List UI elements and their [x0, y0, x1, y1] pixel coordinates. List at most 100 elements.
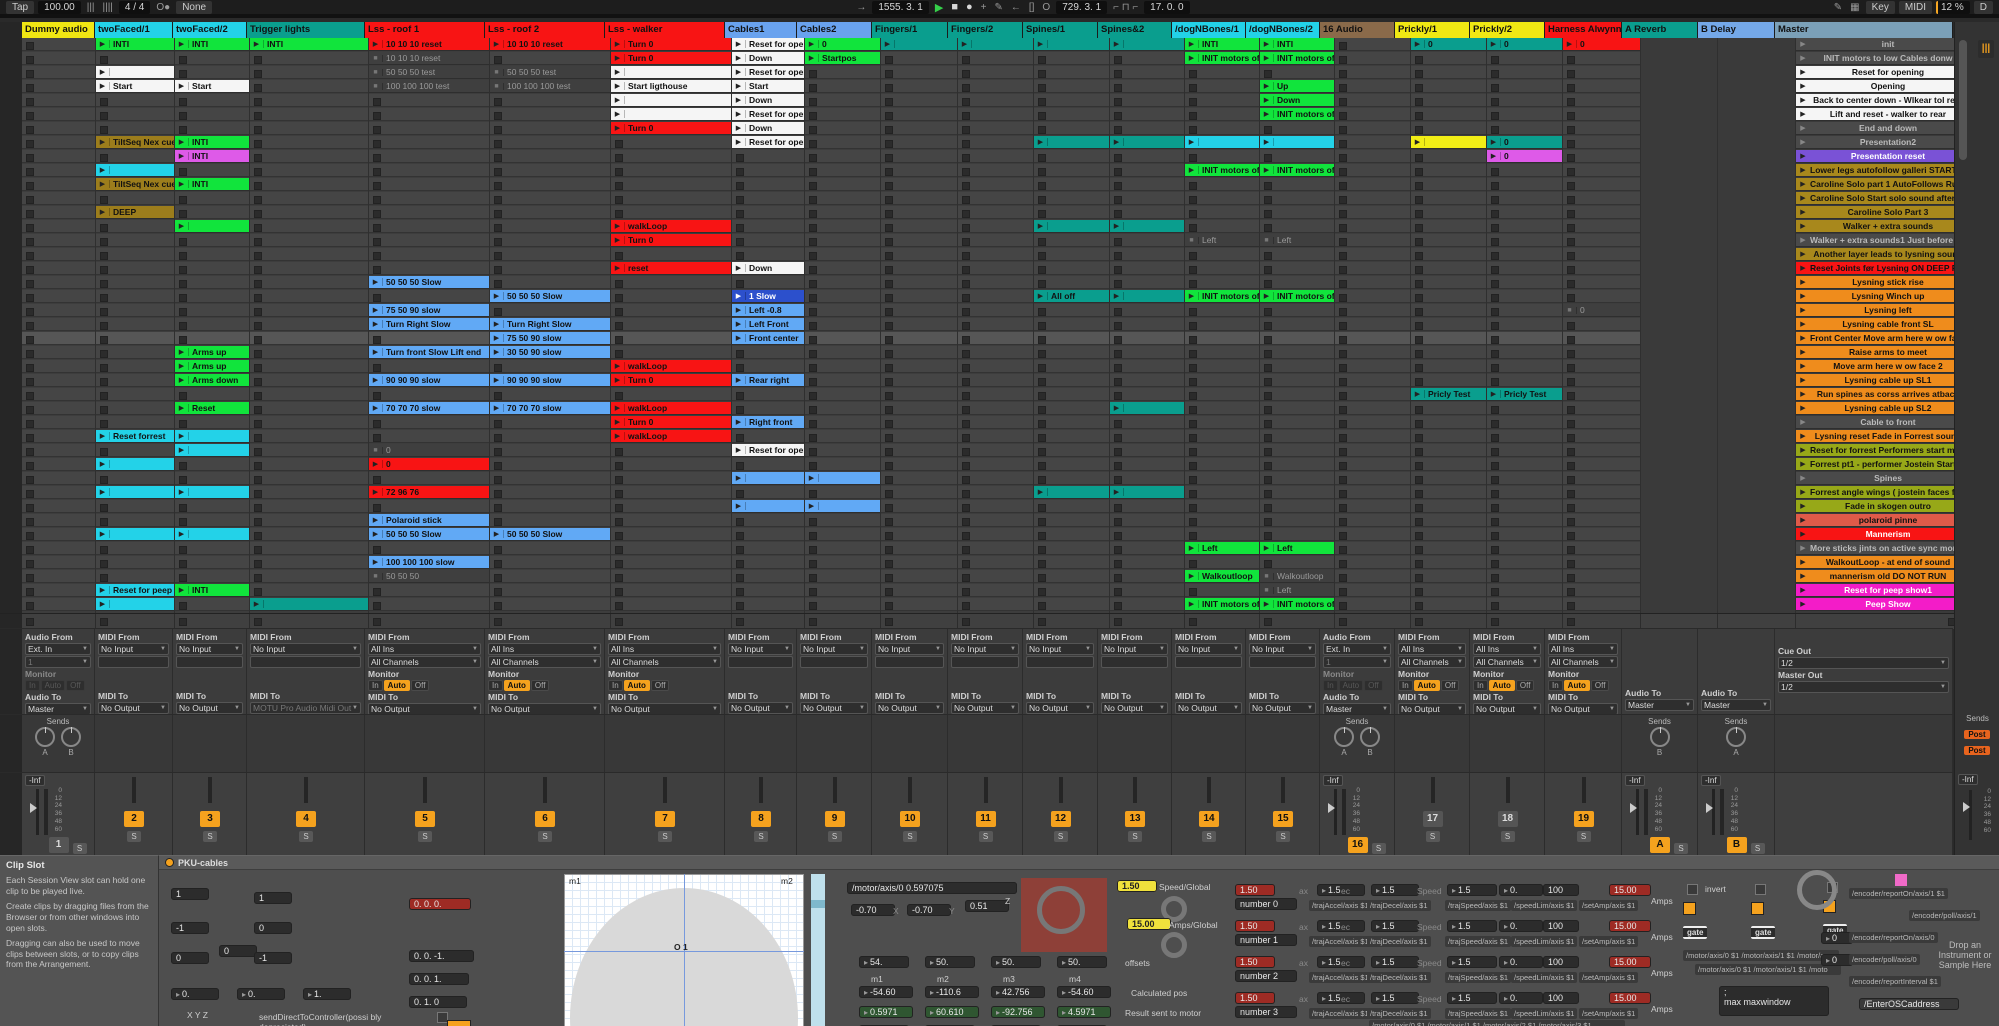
empty-clip-slot[interactable] [1335, 136, 1410, 149]
empty-clip-slot[interactable] [1411, 122, 1486, 135]
clip-stop-button[interactable] [1339, 518, 1347, 526]
clip-stop-button[interactable] [736, 518, 744, 526]
empty-clip-slot[interactable] [958, 122, 1033, 135]
empty-clip-slot[interactable] [958, 248, 1033, 261]
clip-stop-button[interactable] [1339, 280, 1347, 288]
track-activator[interactable]: 16 [1348, 837, 1368, 853]
empty-clip-slot[interactable] [490, 360, 610, 373]
clip-stop-button[interactable] [809, 560, 817, 568]
clip-stop-button[interactable] [885, 336, 893, 344]
clip-stop-button[interactable] [1491, 182, 1499, 190]
empty-clip-slot[interactable] [1411, 332, 1486, 345]
empty-clip-slot[interactable] [1563, 584, 1640, 597]
empty-clip-slot[interactable] [1034, 122, 1109, 135]
clip-stop-icon[interactable]: ■ [369, 447, 383, 454]
empty-clip-slot[interactable] [1260, 206, 1334, 219]
empty-clip-slot[interactable] [1563, 122, 1640, 135]
clip-play-icon[interactable]: ▶ [611, 264, 625, 272]
clip-stop-button[interactable] [885, 546, 893, 554]
clip-play-icon[interactable]: ▶ [732, 306, 746, 314]
empty-clip-slot[interactable] [1110, 514, 1184, 527]
empty-clip-slot[interactable] [958, 164, 1033, 177]
empty-clip-slot[interactable] [1487, 472, 1562, 485]
clip-stop-button[interactable] [962, 462, 970, 470]
empty-clip-slot[interactable] [22, 430, 95, 443]
clip-stop-button[interactable] [736, 392, 744, 400]
clip-stop-button[interactable] [1038, 350, 1046, 358]
empty-clip-slot[interactable] [611, 178, 731, 191]
clip-stop-button[interactable] [1415, 518, 1423, 526]
empty-clip-slot[interactable] [1260, 150, 1334, 163]
monitor-in-button[interactable]: In [1473, 680, 1488, 691]
clip-slot[interactable]: ▶ [175, 486, 249, 499]
empty-clip-slot[interactable] [611, 598, 731, 611]
empty-clip-slot[interactable] [1411, 402, 1486, 415]
empty-clip-slot[interactable] [1110, 458, 1184, 471]
clip-slot[interactable]: ▶ [96, 458, 174, 471]
clip-stop-button[interactable] [1415, 322, 1423, 330]
clip-stop-button[interactable] [736, 602, 744, 610]
clip-stop-button[interactable] [962, 182, 970, 190]
clip-stop-button[interactable] [1189, 70, 1197, 78]
clip-stop-button[interactable] [1189, 350, 1197, 358]
empty-clip-slot[interactable] [1034, 248, 1109, 261]
track-stop-all-cell[interactable] [1260, 614, 1335, 629]
clip-stop-button[interactable] [373, 140, 381, 148]
scene-launch-icon[interactable]: ▶ [1796, 306, 1810, 314]
empty-clip-slot[interactable] [96, 122, 174, 135]
solo-button[interactable]: S [203, 831, 217, 842]
empty-clip-slot[interactable] [1335, 486, 1410, 499]
clip-stop-button[interactable] [254, 280, 262, 288]
scene-launch-icon[interactable]: ▶ [1796, 558, 1810, 566]
empty-clip-slot[interactable] [1487, 500, 1562, 513]
number-box[interactable]: 1. [303, 988, 351, 1000]
clip-stop-button[interactable] [1189, 308, 1197, 316]
empty-clip-slot[interactable] [1411, 234, 1486, 247]
clip-stop-button[interactable] [1339, 434, 1347, 442]
empty-clip-slot[interactable] [958, 262, 1033, 275]
clip-stop-button[interactable] [100, 518, 108, 526]
clip-stop-button[interactable] [26, 588, 34, 596]
empty-clip-slot[interactable] [96, 234, 174, 247]
empty-clip-slot[interactable] [1185, 374, 1259, 387]
scene-row[interactable]: ▶Back to center down - Wlkear tol rear [1796, 94, 1974, 107]
empty-clip-slot[interactable] [1034, 570, 1109, 583]
clip-slot[interactable]: ▶INTI [175, 584, 249, 597]
y-value[interactable]: -0.70 [907, 904, 951, 916]
empty-clip-slot[interactable] [958, 360, 1033, 373]
clip-stop-button[interactable] [1567, 294, 1575, 302]
motor-axis-display[interactable]: /motor/axis/0 0.597075 [847, 882, 1017, 894]
clip-stop-button[interactable] [809, 182, 817, 190]
empty-clip-slot[interactable] [805, 318, 880, 331]
clip-play-icon[interactable]: ▶ [1260, 40, 1274, 48]
offset-value[interactable]: 54. [859, 956, 909, 968]
clip-stop-button[interactable] [615, 490, 623, 498]
clip-play-icon[interactable]: ▶ [1487, 390, 1501, 398]
clip-stop-button[interactable] [1567, 378, 1575, 386]
clip-stop-button[interactable] [1415, 168, 1423, 176]
empty-clip-slot[interactable] [881, 598, 957, 611]
empty-clip-slot[interactable] [1487, 584, 1562, 597]
empty-clip-slot[interactable] [250, 500, 368, 513]
empty-clip-slot[interactable] [369, 262, 489, 275]
clip-stop-button[interactable] [809, 196, 817, 204]
empty-clip-slot[interactable] [1260, 332, 1334, 345]
input-channel-chooser[interactable] [1175, 656, 1242, 668]
clip-stop-button[interactable] [1339, 490, 1347, 498]
empty-clip-slot[interactable] [1563, 150, 1640, 163]
clip-stop-button[interactable] [494, 434, 502, 442]
empty-clip-slot[interactable] [1335, 416, 1410, 429]
monitor-auto-button[interactable]: Auto [624, 680, 650, 691]
empty-clip-slot[interactable] [175, 472, 249, 485]
empty-clip-slot[interactable] [881, 304, 957, 317]
volume-fader-handle[interactable] [30, 803, 37, 813]
empty-clip-slot[interactable] [1260, 360, 1334, 373]
clip-slot[interactable]: ▶50 50 50 Slow [490, 290, 610, 303]
empty-clip-slot[interactable] [1185, 248, 1259, 261]
clip-stop-button[interactable] [1038, 602, 1046, 610]
clip-slot[interactable]: ▶Front center [732, 332, 804, 345]
empty-clip-slot[interactable] [1034, 192, 1109, 205]
empty-clip-slot[interactable] [22, 570, 95, 583]
clip-slot[interactable]: ▶ [881, 38, 957, 51]
clip-stop-button[interactable] [1339, 546, 1347, 554]
